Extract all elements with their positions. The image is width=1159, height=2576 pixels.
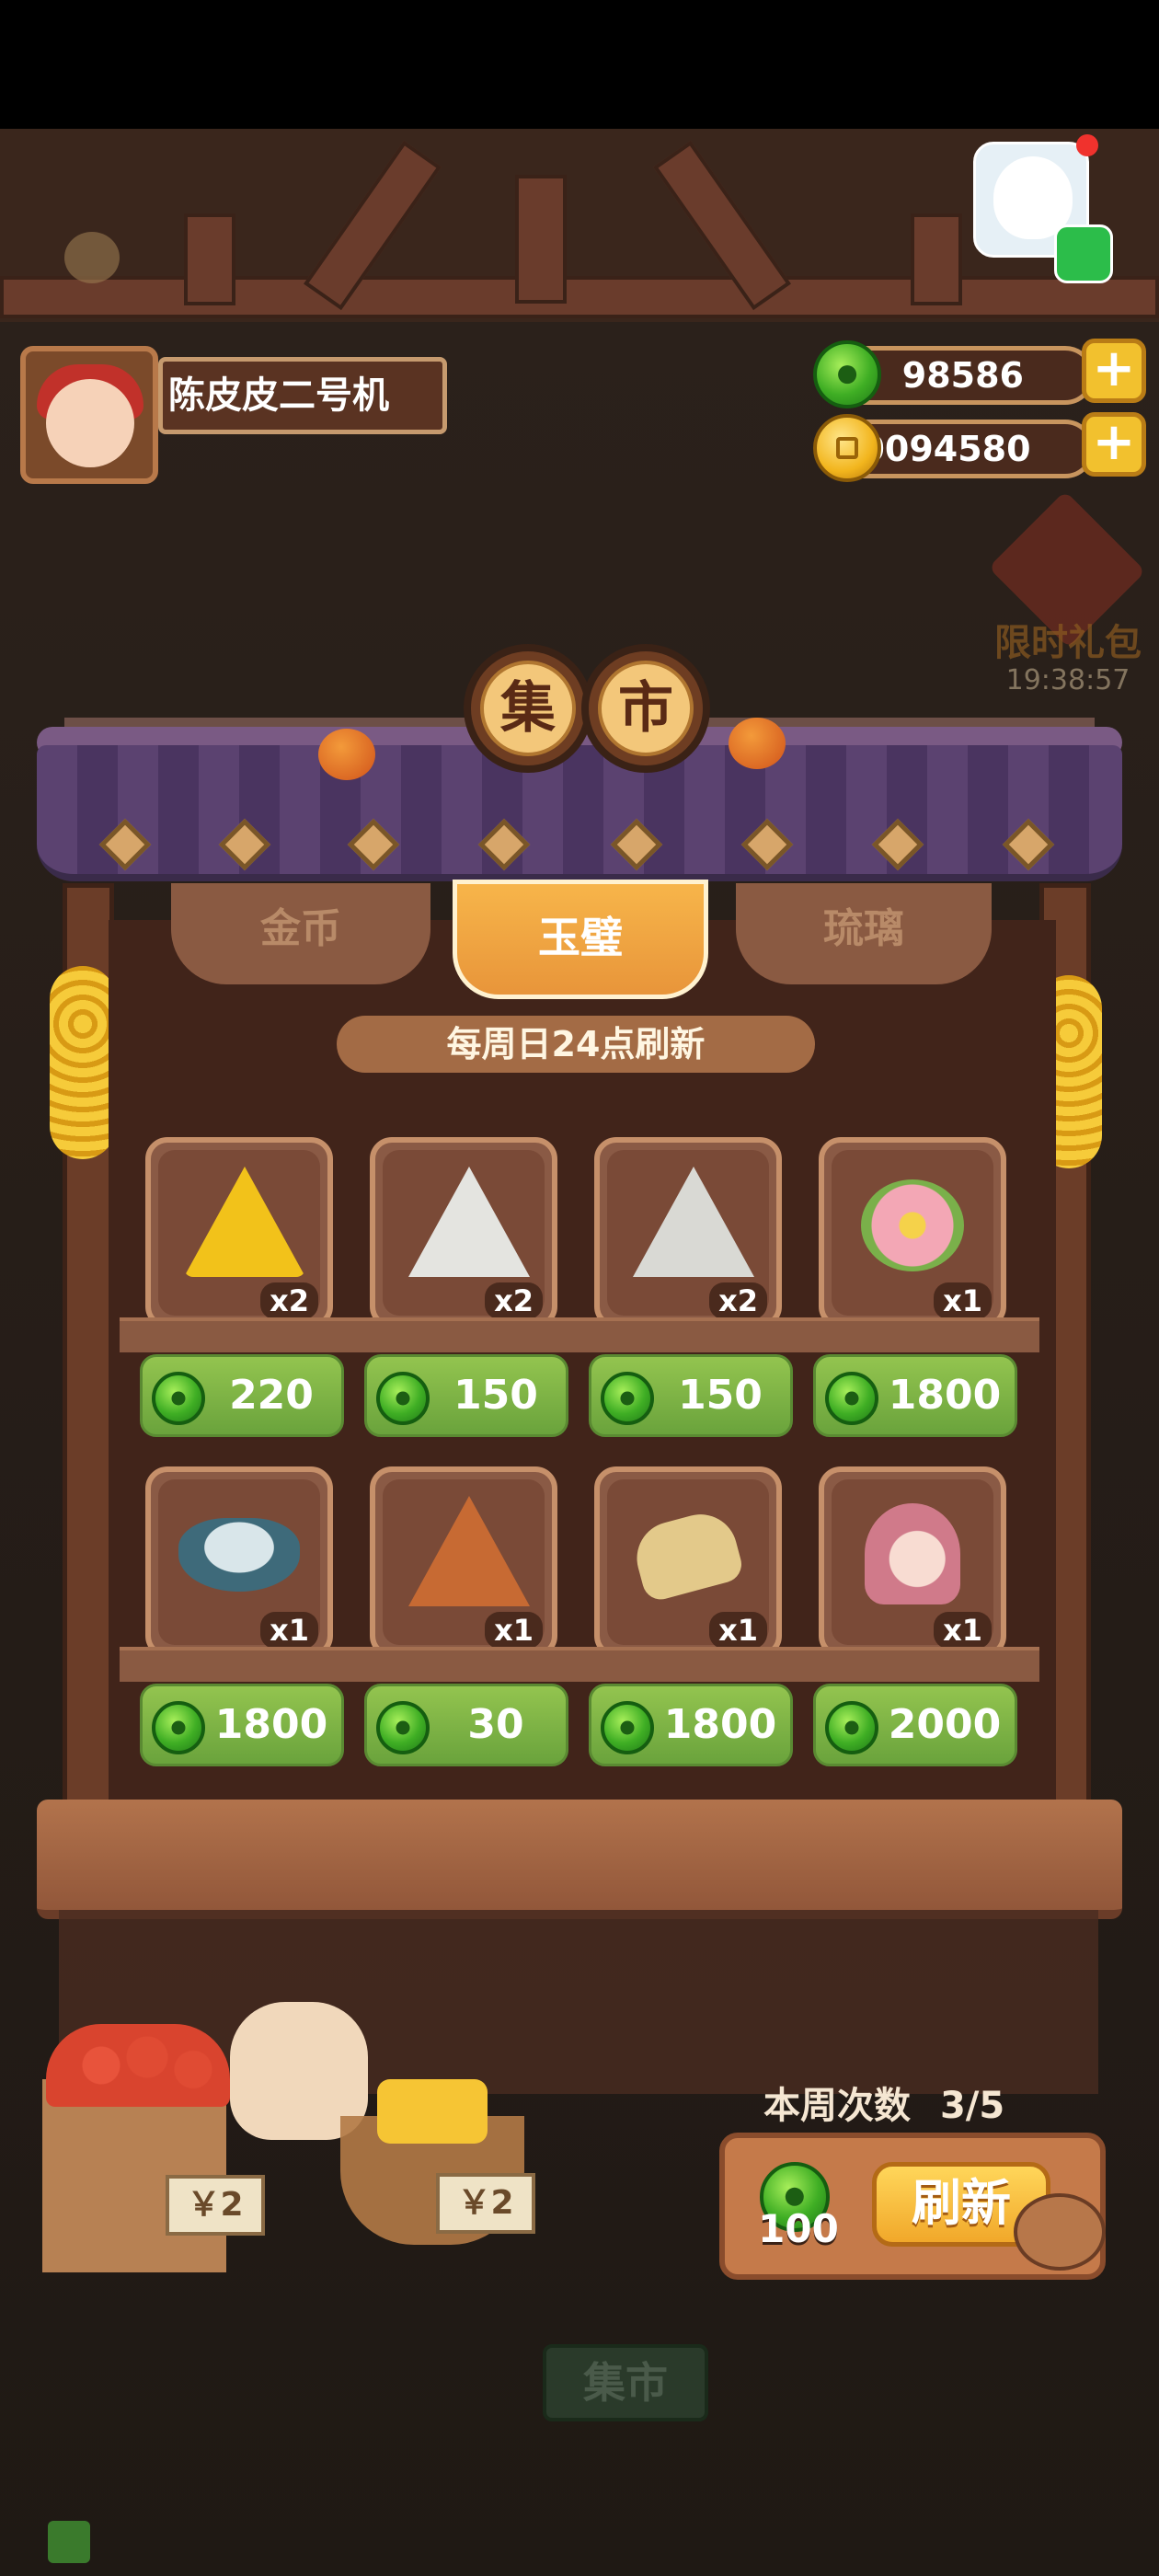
silver-leaf-rice-dumpling-icon	[633, 1167, 754, 1277]
player-name: 陈皮皮二号机	[158, 357, 447, 434]
jade-coin-icon	[813, 340, 881, 408]
shelf-board	[120, 1317, 1039, 1352]
item-quantity: x1	[485, 1612, 543, 1649]
tomatoes-icon	[46, 2024, 230, 2107]
item-card[interactable]: x2	[594, 1137, 782, 1328]
status-bar	[0, 0, 1159, 129]
price-button[interactable]: 2000	[813, 1684, 1017, 1766]
refresh-notice: 每周日24点刷新	[337, 1016, 815, 1073]
price-button[interactable]: 30	[364, 1684, 568, 1766]
price-value: 1800	[888, 1372, 1002, 1419]
title-char-2: 市	[598, 661, 694, 756]
item-card[interactable]: x2	[145, 1137, 333, 1328]
item-card[interactable]: x2	[370, 1137, 557, 1328]
stall-roof	[37, 745, 1122, 881]
item-quantity: x2	[485, 1282, 543, 1319]
corn-decoration	[50, 966, 116, 1159]
notification-dot	[1076, 134, 1098, 156]
tab-jade[interactable]: 玉璧	[453, 880, 708, 999]
corner-icon	[48, 2521, 90, 2563]
item-card[interactable]: x1	[370, 1466, 557, 1658]
item-card[interactable]: x1	[819, 1466, 1006, 1658]
jade-coin-icon	[825, 1701, 878, 1754]
title-disc-1: 集	[464, 644, 592, 773]
price-button[interactable]: 1800	[589, 1684, 793, 1766]
white-swirl-rice-dumpling-icon	[408, 1167, 530, 1277]
price-sign: ￥2	[436, 2173, 535, 2234]
item-card[interactable]: x1	[594, 1466, 782, 1658]
chick-decoration	[64, 232, 120, 283]
jade-coin-icon	[376, 1372, 430, 1425]
persimmon-icon	[318, 729, 375, 780]
rafter-post	[515, 175, 567, 304]
tofu-icon	[377, 2079, 488, 2144]
price-value: 30	[467, 1701, 524, 1748]
item-card[interactable]: x1	[145, 1466, 333, 1658]
price-button[interactable]: 220	[140, 1354, 344, 1437]
title-disc-2: 市	[581, 644, 710, 773]
price-button[interactable]: 1800	[813, 1354, 1017, 1437]
price-value: 1800	[663, 1701, 777, 1748]
jade-coin-icon	[825, 1372, 878, 1425]
weekly-count-value: 3/5	[939, 2085, 1005, 2127]
item-quantity: x1	[934, 1612, 992, 1649]
jade-coin-icon	[601, 1372, 654, 1425]
jade-coin-icon	[152, 1372, 205, 1425]
price-sign: ￥2	[166, 2175, 265, 2236]
jade-coin-icon	[376, 1701, 430, 1754]
rafter-post	[184, 213, 235, 305]
price-value: 2000	[888, 1701, 1002, 1748]
title-char-1: 集	[480, 661, 576, 756]
add-gold-button[interactable]: +	[1082, 412, 1146, 477]
refresh-cost: 100	[758, 2206, 839, 2251]
gift-label: 限时礼包	[994, 622, 1142, 664]
tab-glaze[interactable]: 琉璃	[736, 883, 992, 984]
gift-timer: 19:38:57	[1005, 664, 1130, 696]
price-value: 150	[678, 1372, 763, 1419]
brown-flower-rice-dumpling-icon	[408, 1496, 530, 1606]
persimmon-icon	[729, 718, 786, 769]
market-nav-button[interactable]: 集市	[543, 2344, 708, 2421]
item-quantity: x1	[709, 1612, 767, 1649]
rafter-post	[911, 213, 962, 305]
price-button[interactable]: 150	[589, 1354, 793, 1437]
price-button[interactable]: 150	[364, 1354, 568, 1437]
porcelain-bowl-icon	[178, 1518, 300, 1592]
price-value: 150	[453, 1372, 538, 1419]
wechat-icon	[1054, 224, 1113, 283]
item-quantity: x2	[260, 1282, 318, 1319]
bun-mascot-icon	[1014, 2193, 1106, 2271]
pink-flower-ornament-icon	[861, 1179, 964, 1271]
jade-coin-icon	[601, 1701, 654, 1754]
price-button[interactable]: 1800	[140, 1684, 344, 1766]
pink-hair-character-icon	[865, 1503, 960, 1604]
price-value: 220	[229, 1372, 314, 1419]
add-jade-button[interactable]: +	[1082, 339, 1146, 403]
gold-star-rice-dumpling-icon	[184, 1167, 305, 1277]
item-card[interactable]: x1	[819, 1137, 1006, 1328]
player-avatar[interactable]	[20, 346, 158, 484]
weekly-count-label: 本周次数	[763, 2085, 911, 2127]
tab-gold[interactable]: 金币	[171, 883, 430, 984]
item-quantity: x1	[260, 1612, 318, 1649]
shelf-board	[120, 1647, 1039, 1682]
jade-coin-icon	[152, 1701, 205, 1754]
stall-counter	[37, 1800, 1122, 1919]
gold-coin-icon	[813, 414, 881, 482]
weekly-count: 本周次数 3/5	[763, 2076, 1039, 2129]
item-quantity: x1	[934, 1282, 992, 1319]
price-value: 1800	[214, 1701, 328, 1748]
item-quantity: x2	[709, 1282, 767, 1319]
roof-beam	[0, 276, 1159, 318]
